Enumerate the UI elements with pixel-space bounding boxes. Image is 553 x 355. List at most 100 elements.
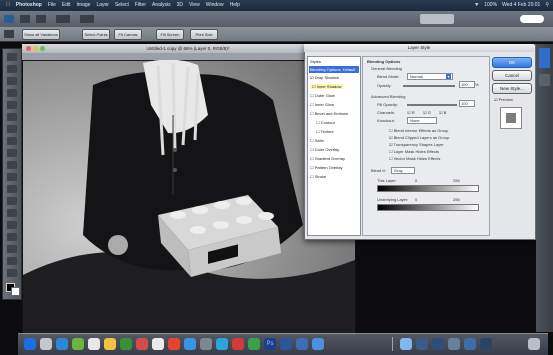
launchpad-icon[interactable]: [40, 338, 52, 350]
menu-image[interactable]: Image: [77, 0, 91, 11]
styles-header[interactable]: Styles: [310, 59, 321, 64]
skype-icon[interactable]: [216, 338, 228, 350]
menu-window[interactable]: Window: [206, 0, 224, 11]
battery-status[interactable]: 100%: [484, 0, 497, 11]
pinterest-icon[interactable]: [232, 338, 244, 350]
knockout-select[interactable]: None: [407, 117, 437, 124]
menu-view[interactable]: View: [189, 0, 200, 11]
style-color-overlay[interactable]: ☐ Color Overlay: [310, 147, 339, 152]
fill-screen-button[interactable]: Fill Screen: [156, 29, 184, 40]
history-brush-tool-icon[interactable]: [7, 161, 17, 169]
documents-folder-icon[interactable]: [416, 338, 428, 350]
bridge-icon[interactable]: [20, 15, 30, 23]
lasso-tool-icon[interactable]: [7, 77, 17, 85]
layers-panel-icon[interactable]: [539, 74, 550, 86]
style-contour[interactable]: ☐ Contour: [316, 120, 335, 125]
zoom-window-icon[interactable]: [40, 46, 45, 51]
underlying-layer-gradient-slider[interactable]: [377, 204, 479, 211]
channel-g-checkbox[interactable]: ☑ G: [423, 110, 431, 115]
gradient-tool-icon[interactable]: [7, 185, 17, 193]
quick-select-tool-icon[interactable]: [7, 89, 17, 97]
itunes-icon[interactable]: [168, 338, 180, 350]
crop-tool-icon[interactable]: [7, 101, 17, 109]
zoom-level-icon[interactable]: [80, 15, 94, 23]
layer-mask-checkbox[interactable]: ☐ Layer Mask Hides Effects: [389, 149, 439, 154]
select-points-button[interactable]: Select Points: [82, 29, 110, 40]
clone-stamp-tool-icon[interactable]: [7, 149, 17, 157]
style-stroke[interactable]: ☐ Stroke: [310, 174, 326, 179]
show-all-variations-button[interactable]: Show all Variations: [22, 29, 60, 40]
app-menu[interactable]: Photoshop: [16, 0, 42, 11]
eyedropper-tool-icon[interactable]: [7, 113, 17, 121]
finder-window-thumbnail-icon[interactable]: [464, 338, 476, 350]
wifi-icon[interactable]: ▼: [474, 0, 479, 11]
tool-preset-icon[interactable]: [4, 30, 14, 38]
channel-b-checkbox[interactable]: ☑ B: [439, 110, 446, 115]
word-icon[interactable]: [280, 338, 292, 350]
finder-icon[interactable]: [24, 338, 36, 350]
new-style-button[interactable]: New Style...: [492, 83, 532, 94]
eraser-tool-icon[interactable]: [7, 173, 17, 181]
photoshop-window-thumbnail-icon[interactable]: [480, 338, 492, 350]
mini-bridge-icon[interactable]: [36, 15, 46, 23]
print-size-button[interactable]: Print Size: [190, 29, 218, 40]
spotlight-icon[interactable]: ⚲: [545, 0, 549, 11]
style-blending-options[interactable]: Blending Options: Default: [310, 67, 355, 72]
menu-3d[interactable]: 3D: [177, 0, 183, 11]
safari-icon[interactable]: [56, 338, 68, 350]
opacity-input[interactable]: 100: [459, 81, 475, 88]
window-thumbnail-icon[interactable]: [448, 338, 460, 350]
this-layer-gradient-slider[interactable]: [377, 185, 479, 192]
transparency-shapes-checkbox[interactable]: ☑ Transparency Shapes Layer: [389, 142, 444, 147]
downloads-folder-icon[interactable]: [400, 338, 412, 350]
style-outer-glow[interactable]: ☐ Outer Glow: [310, 93, 335, 98]
style-gradient-overlay[interactable]: ☐ Gradient Overlay: [310, 156, 345, 161]
pen-tool-icon[interactable]: [7, 221, 17, 229]
checkbox-checked-icon[interactable]: ☑: [310, 75, 314, 80]
hand-tool-icon[interactable]: [7, 269, 17, 277]
background-color-swatch[interactable]: [11, 287, 20, 296]
blend-mode-select[interactable]: Normal ▾: [407, 73, 453, 80]
search-field[interactable]: [520, 15, 544, 23]
menu-file[interactable]: File: [48, 0, 56, 11]
style-pattern-overlay[interactable]: ☐ Pattern Overlay: [310, 165, 343, 170]
healing-brush-tool-icon[interactable]: [7, 125, 17, 133]
vector-mask-checkbox[interactable]: ☐ Vector Mask Hides Effects: [389, 156, 440, 161]
app-store-icon[interactable]: [184, 338, 196, 350]
fill-opacity-slider[interactable]: [407, 104, 457, 106]
menu-help[interactable]: Help: [230, 0, 240, 11]
maps-icon[interactable]: [120, 338, 132, 350]
menu-filter[interactable]: Filter: [135, 0, 146, 11]
blend-clipped-checkbox[interactable]: ☑ Blend Clipped Layers as Group: [389, 135, 449, 140]
preview-checkbox[interactable]: ☑ Preview: [494, 97, 513, 102]
clock[interactable]: Wed 4 Feb 20:01: [502, 0, 540, 11]
photoshop-icon[interactable]: Ps: [264, 338, 276, 350]
screenshot-thumbnail-icon[interactable]: [432, 338, 444, 350]
fill-opacity-input[interactable]: 100: [459, 100, 475, 107]
menu-select[interactable]: Select: [115, 0, 129, 11]
channel-r-checkbox[interactable]: ☑ R: [407, 110, 415, 115]
opacity-slider[interactable]: [403, 85, 455, 87]
adjustments-panel-icon[interactable]: [539, 48, 550, 68]
notes-icon[interactable]: [104, 338, 116, 350]
ok-button[interactable]: OK: [492, 57, 532, 68]
path-selection-tool-icon[interactable]: [7, 245, 17, 253]
marquee-tool-icon[interactable]: [7, 65, 17, 73]
fit-canvas-button[interactable]: Fit Canvas: [114, 29, 142, 40]
menu-edit[interactable]: Edit: [62, 0, 71, 11]
close-window-icon[interactable]: [26, 46, 31, 51]
minimize-window-icon[interactable]: [33, 46, 38, 51]
view-extras-icon[interactable]: [56, 15, 70, 23]
type-tool-icon[interactable]: [7, 233, 17, 241]
style-drop-shadow[interactable]: ☑ Drop Shadow: [310, 75, 339, 80]
facebook-icon[interactable]: [296, 338, 308, 350]
brush-tool-icon[interactable]: [7, 137, 17, 145]
system-preferences-icon[interactable]: [200, 338, 212, 350]
apple-menu-icon[interactable]: : [6, 0, 10, 11]
blend-interior-checkbox[interactable]: ☐ Blend Interior Effects as Group: [389, 128, 448, 133]
contacts-icon[interactable]: [152, 338, 164, 350]
blur-tool-icon[interactable]: [7, 197, 17, 205]
shape-tool-icon[interactable]: [7, 257, 17, 265]
style-inner-shadow[interactable]: ☐ Inner Shadow: [310, 84, 344, 89]
cancel-button[interactable]: Cancel: [492, 70, 532, 81]
